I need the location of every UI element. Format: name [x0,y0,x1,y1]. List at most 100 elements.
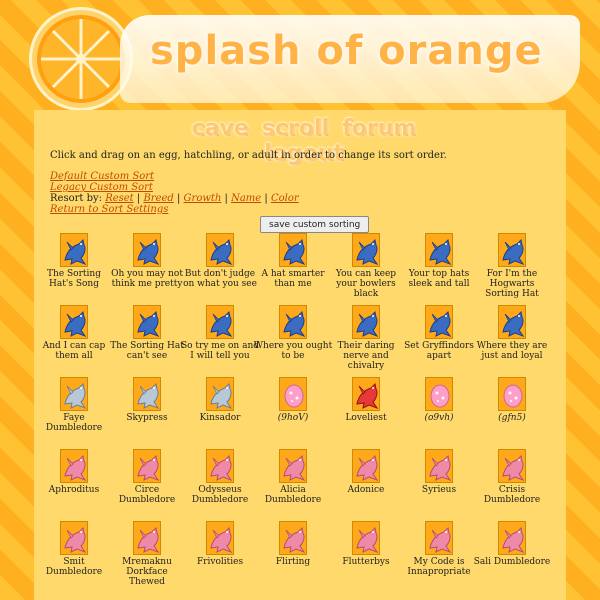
blue-dragon-icon[interactable] [206,233,234,267]
pink-dragon-icon[interactable] [498,449,526,483]
dragon-name-label: And I can cap them all [42,341,106,361]
pink-dragon-icon[interactable] [133,521,161,555]
resort-by-row: Resort by: Reset | Breed | Growth | Name… [50,193,299,204]
blue-dragon-icon[interactable] [60,305,88,339]
nav-cave[interactable]: cave [192,116,249,141]
pink-dragon-icon[interactable] [352,521,380,555]
blue-dragon-icon-svg [429,238,452,266]
dragon-name-label: (gfn5) [498,413,526,423]
blue-dragon-icon-svg [283,238,306,266]
pink-dragon-icon-svg [283,526,306,554]
pink-dragon-icon-svg [210,454,233,482]
pink-dragon-icon[interactable] [425,449,453,483]
resort-reset-link[interactable]: Reset [105,193,134,204]
pink-dragon-icon[interactable] [279,449,307,483]
blue-dragon-icon[interactable] [498,233,526,267]
blue-dragon-icon-svg [137,238,160,266]
pink-dragon-icon[interactable] [206,521,234,555]
grey-hatchling-icon[interactable] [133,377,161,411]
blue-hatchling-icon[interactable] [60,233,88,267]
pink-dragon-icon-svg [283,454,306,482]
dragon-name-label: Oh you may not think me pretty [111,269,183,289]
pink-dragon-icon-svg [137,454,160,482]
blue-dragon-icon[interactable] [133,233,161,267]
pink-dragon-icon-svg [502,454,525,482]
nav-forum[interactable]: forum [342,116,416,141]
sort-links: Default Custom Sort Legacy Custom Sort R… [50,171,299,215]
grey-hatchling-icon-svg [210,382,233,410]
blue-dragon-icon-svg [356,310,379,338]
dragon-name-label: Where they are just and loyal [476,341,548,361]
blue-dragon-icon-svg [283,310,306,338]
blue-dragon-icon[interactable] [279,233,307,267]
dragon-name-label: My Code is Innapropriate [407,557,471,577]
pink-dragon-icon-svg [64,454,87,482]
dragon-name-label: Flirting [275,557,311,567]
pink-dragon-icon-svg [210,526,233,554]
pink-egg-icon[interactable] [279,377,307,411]
nav-scroll[interactable]: scroll [262,116,329,141]
pink-dragon-icon-svg [429,454,452,482]
site-title: splash of orange [150,28,543,74]
dragon-name-label: Odysseus Dumbledore [191,485,249,505]
sort-instructions: Click and drag on an egg, hatchling, or … [50,150,447,161]
pink-dragon-icon[interactable] [60,521,88,555]
pink-egg-icon-svg [430,384,450,408]
resort-breed-link[interactable]: Breed [143,193,173,204]
blue-dragon-icon[interactable] [425,305,453,339]
dragon-name-label: Flutterbys [342,557,390,567]
pink-dragon-icon[interactable] [279,521,307,555]
pink-dragon-icon-svg [356,454,379,482]
blue-dragon-icon-svg [137,310,160,338]
dragon-name-label: Adonice [347,485,385,495]
dragon-name-label: Where you ought to be [253,341,333,361]
save-custom-sorting-button[interactable]: save custom sorting [260,216,370,233]
red-hatchling-icon-svg [356,382,379,410]
return-to-sort-settings-link[interactable]: Return to Sort Settings [50,204,168,215]
resort-color-link[interactable]: Color [271,193,299,204]
blue-dragon-icon[interactable] [133,305,161,339]
dragon-name-label: Sali Dumbledore [473,557,551,567]
dragon-name-label: The Sorting Hat's Song [47,269,101,289]
dragon-name-label: Crisis Dumbledore [483,485,541,505]
dragon-name-label: So try me on and I will tell you [180,341,260,361]
main-content: cave scroll forum logout Click and drag … [34,110,566,600]
blue-dragon-icon[interactable] [352,233,380,267]
dragon-name-label: Faye Dumbledore [45,413,103,433]
blue-dragon-icon[interactable] [279,305,307,339]
grey-hatchling-icon[interactable] [60,377,88,411]
dragon-name-label: Set Gryffindors apart [404,341,474,361]
pink-egg-icon[interactable] [498,377,526,411]
blue-dragon-icon[interactable] [352,305,380,339]
blue-dragon-icon[interactable] [206,305,234,339]
blue-dragon-icon-svg [502,238,525,266]
dragon-name-label: Skypress [126,413,168,423]
resort-name-link[interactable]: Name [231,193,261,204]
blue-dragon-icon[interactable] [498,305,526,339]
red-hatchling-icon[interactable] [352,377,380,411]
dragon-name-label: Loveliest [345,413,387,423]
pink-dragon-icon[interactable] [498,521,526,555]
resort-growth-link[interactable]: Growth [184,193,222,204]
blue-dragon-icon[interactable] [425,233,453,267]
pink-egg-icon[interactable] [425,377,453,411]
dragon-name-label: Frivolities [196,557,244,567]
pink-dragon-icon[interactable] [206,449,234,483]
dragon-name-label: Mremaknu Dorkface Thewed [122,557,172,587]
dragon-name-label: Circe Dumbledore [118,485,176,505]
site-header: splash of orange [0,0,600,110]
dragon-name-label: You can keep your bowlers black [335,269,397,299]
dragon-name-label: The Sorting Hat can't see [110,341,184,361]
dragon-name-label: Aphroditus [48,485,100,495]
grey-hatchling-icon[interactable] [206,377,234,411]
default-custom-sort-link[interactable]: Default Custom Sort [50,171,154,182]
blue-dragon-icon-svg [64,310,87,338]
resort-by-label: Resort by: [50,193,102,204]
pink-dragon-icon[interactable] [133,449,161,483]
legacy-custom-sort-link[interactable]: Legacy Custom Sort [50,182,153,193]
pink-dragon-icon[interactable] [60,449,88,483]
blue-dragon-icon-svg [429,310,452,338]
pink-dragon-icon[interactable] [425,521,453,555]
pink-dragon-icon[interactable] [352,449,380,483]
dragon-name-label: Their daring nerve and chivalry [337,341,395,371]
